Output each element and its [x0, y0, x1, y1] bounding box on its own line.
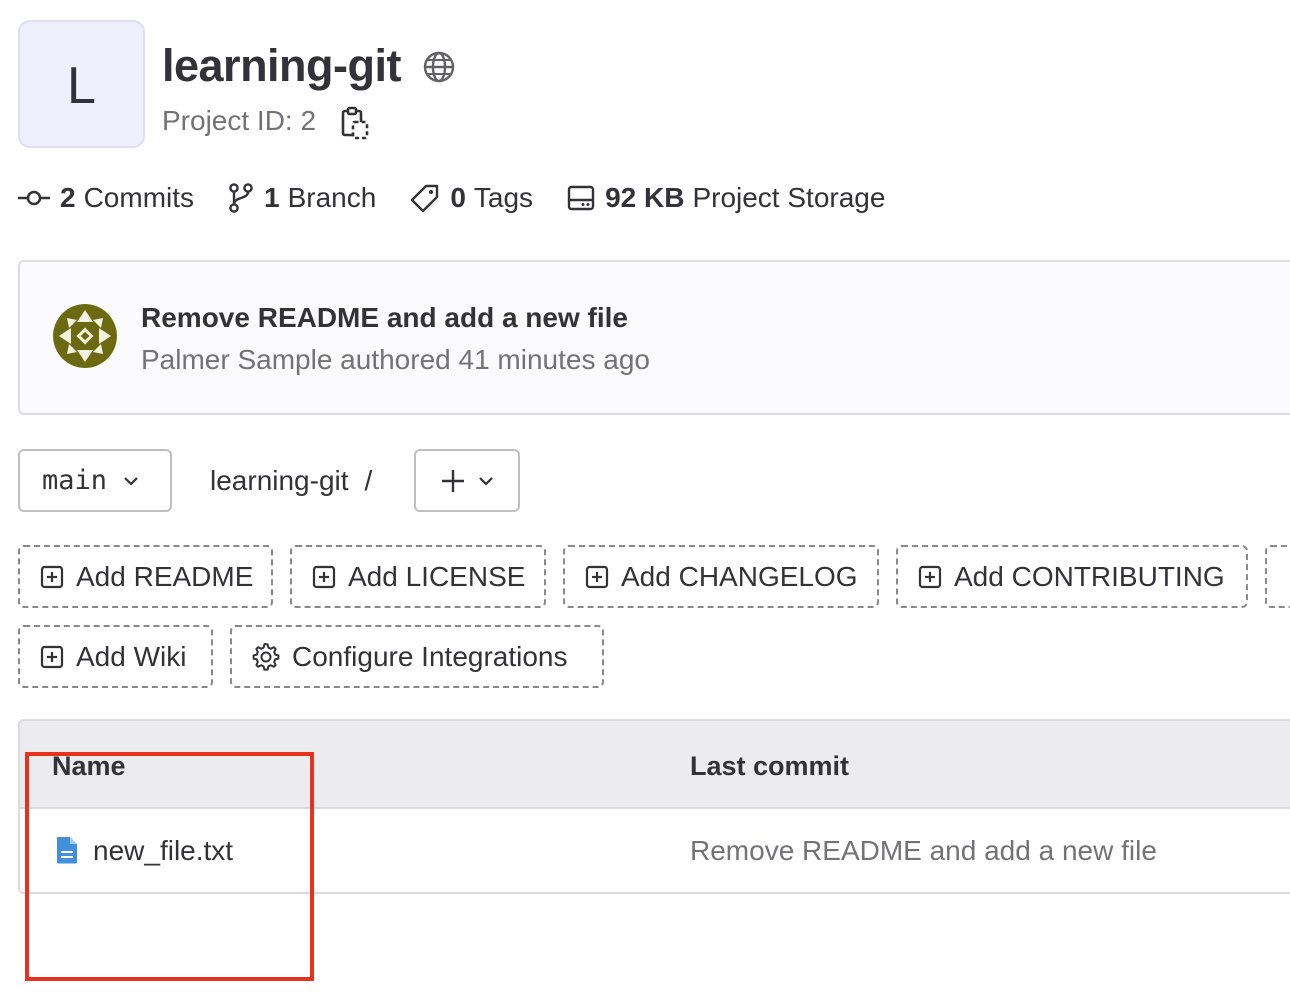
file-icon: [57, 837, 77, 864]
plus-square-icon: [585, 565, 609, 588]
commits-label: Commits: [83, 182, 195, 213]
add-wiki-button[interactable]: Add Wiki: [18, 625, 213, 688]
storage-label: Project Storage: [692, 182, 886, 213]
globe-icon: [423, 51, 455, 83]
plus-square-icon: [40, 565, 64, 588]
plus-square-icon: [312, 565, 336, 588]
add-contributing-button[interactable]: Add CONTRIBUTING: [896, 545, 1248, 608]
table-header: Name Last commit: [20, 721, 1290, 809]
add-changelog-button[interactable]: Add CHANGELOG: [563, 545, 879, 608]
stat-storage[interactable]: 92 KB Project Storage: [567, 182, 885, 214]
add-license-label: Add LICENSE: [348, 560, 526, 592]
project-avatar-letter: L: [67, 57, 96, 115]
tag-icon: [411, 184, 439, 213]
configure-integrations-label: Configure Integrations: [292, 640, 568, 672]
gear-icon: [252, 642, 280, 671]
project-title: learning-git: [162, 40, 402, 91]
add-readme-button[interactable]: Add README: [18, 545, 273, 608]
add-contributing-label: Add CONTRIBUTING: [954, 560, 1225, 592]
storage-icon: [567, 185, 595, 211]
stat-branches[interactable]: 1 Branch: [228, 182, 376, 214]
project-avatar: L: [18, 20, 145, 148]
breadcrumb-root[interactable]: learning-git: [210, 462, 349, 500]
commit-icon: [18, 190, 50, 206]
column-header-name: Name: [52, 751, 126, 781]
branch-selector[interactable]: main: [18, 449, 172, 512]
chevron-down-icon: [124, 476, 138, 486]
tags-count: 0: [450, 182, 466, 213]
storage-size: 92 KB: [605, 182, 685, 213]
branches-label: Branch: [287, 182, 377, 213]
more-quick-action-button[interactable]: [1265, 545, 1290, 608]
stat-tags[interactable]: 0 Tags: [410, 182, 533, 214]
copy-clipboard-icon[interactable]: [340, 106, 370, 140]
last-commit-title[interactable]: Remove README and add a new file: [141, 300, 628, 336]
project-id: Project ID: 2: [162, 105, 317, 136]
stat-commits[interactable]: 2 Commits: [18, 182, 194, 214]
add-readme-label: Add README: [76, 560, 254, 592]
column-header-last-commit: Last commit: [690, 751, 850, 781]
branch-icon: [229, 183, 253, 213]
last-commit-panel: Remove README and add a new file Palmer …: [18, 260, 1290, 415]
chevron-down-icon: [479, 476, 493, 486]
branch-name: main: [42, 465, 108, 496]
breadcrumb-separator: /: [364, 465, 373, 496]
file-name-link[interactable]: new_file.txt: [93, 833, 233, 869]
author-avatar[interactable]: [53, 304, 117, 368]
file-last-commit-link[interactable]: Remove README and add a new file: [690, 833, 1157, 869]
configure-integrations-button[interactable]: Configure Integrations: [230, 625, 604, 688]
plus-icon: [442, 469, 464, 492]
table-row[interactable]: new_file.txt Remove README and add a new…: [20, 809, 1290, 892]
last-commit-meta: Palmer Sample authored 41 minutes ago: [141, 344, 650, 375]
add-license-button[interactable]: Add LICENSE: [290, 545, 546, 608]
plus-square-icon: [918, 565, 942, 588]
add-changelog-label: Add CHANGELOG: [621, 560, 858, 592]
breadcrumb: learning-git /: [210, 462, 372, 500]
tags-label: Tags: [473, 182, 534, 213]
add-to-tree-button[interactable]: [414, 449, 520, 512]
plus-square-icon: [40, 645, 64, 668]
branches-count: 1: [264, 182, 280, 213]
commits-count: 2: [60, 182, 76, 213]
file-table: Name Last commit new_file.txt Remove REA…: [18, 719, 1290, 894]
add-wiki-label: Add Wiki: [76, 640, 187, 672]
project-stats: 2 Commits 1 Branch 0 Tags 92 KB Project …: [18, 176, 919, 220]
